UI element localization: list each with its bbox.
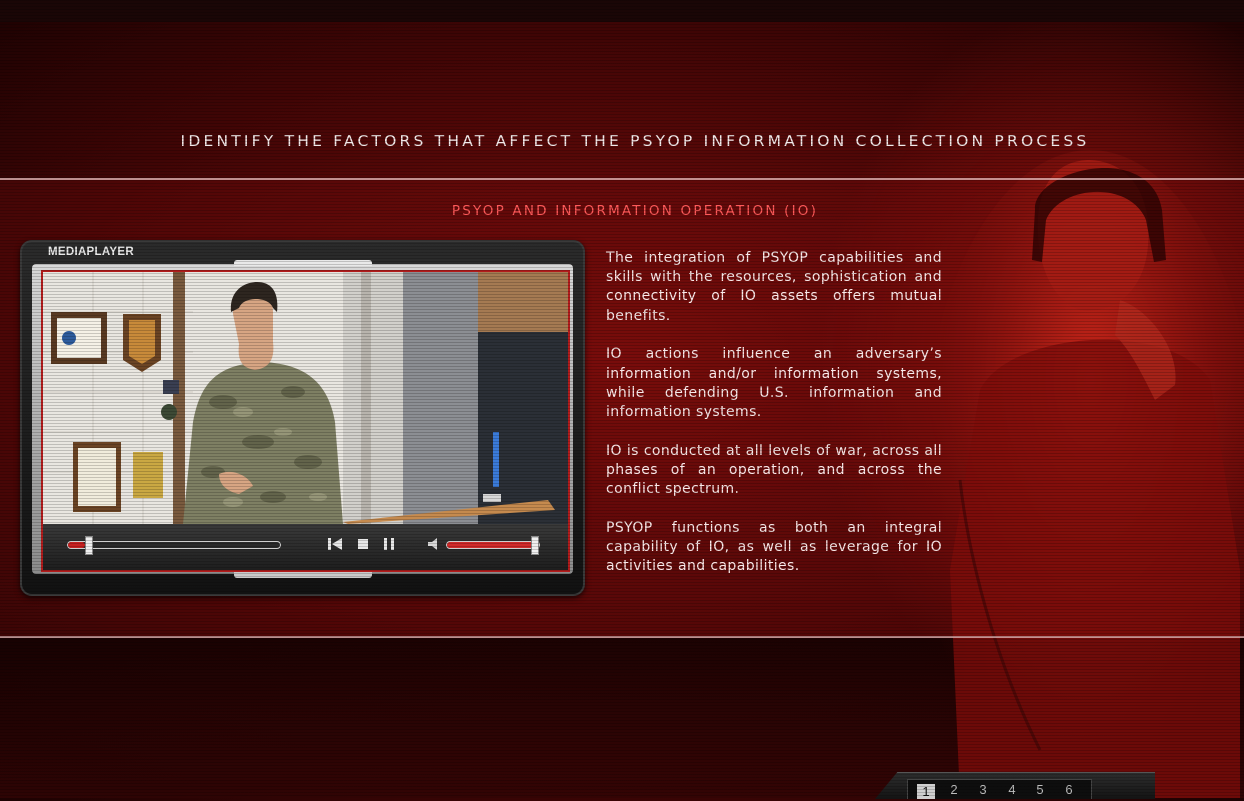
page-title: IDENTIFY THE FACTORS THAT AFFECT THE PSY… <box>180 132 1090 150</box>
skip-back-icon[interactable] <box>327 536 343 552</box>
video-frame[interactable] <box>43 272 568 524</box>
top-bar <box>0 0 1244 22</box>
video-screen[interactable] <box>41 270 570 572</box>
volume-handle[interactable] <box>531 536 540 555</box>
bezel-notch-top <box>234 260 372 266</box>
paragraph: IO actions influence an adversary’s info… <box>606 346 942 420</box>
seek-progress-fill <box>68 542 85 548</box>
soldier-background-image <box>940 150 1244 798</box>
page-button-3[interactable]: 3 <box>973 782 993 797</box>
player-controls <box>43 524 568 570</box>
paragraph: PSYOP functions as both an integral capa… <box>606 519 942 575</box>
volume-fill <box>447 542 535 548</box>
volume-slider[interactable] <box>446 536 540 555</box>
speaker-icon[interactable] <box>426 536 442 552</box>
page-button-2[interactable]: 2 <box>944 782 964 797</box>
page-button-4[interactable]: 4 <box>1002 782 1022 797</box>
page-button-6[interactable]: 6 <box>1059 782 1079 797</box>
section-title: PSYOP AND INFORMATION OPERATION (IO) <box>451 203 819 219</box>
content-divider <box>0 636 1244 638</box>
title-divider <box>0 178 1244 180</box>
page-button-5[interactable]: 5 <box>1030 782 1050 797</box>
paragraph: IO is conducted at all levels of war, ac… <box>606 442 942 498</box>
body-text: The integration of PSYOP capabilities an… <box>606 249 942 596</box>
media-player-label: MEDIAPLAYER <box>48 246 134 258</box>
seek-handle[interactable] <box>84 536 93 555</box>
seek-bar[interactable] <box>67 536 281 555</box>
pause-icon[interactable] <box>381 536 397 552</box>
stop-icon[interactable] <box>355 536 371 552</box>
page-navigator: 1 2 3 4 5 6 <box>875 772 1155 799</box>
bezel-notch-bottom <box>234 572 372 578</box>
paragraph: The integration of PSYOP capabilities an… <box>606 250 942 324</box>
media-player: MEDIAPLAYER <box>20 240 585 596</box>
